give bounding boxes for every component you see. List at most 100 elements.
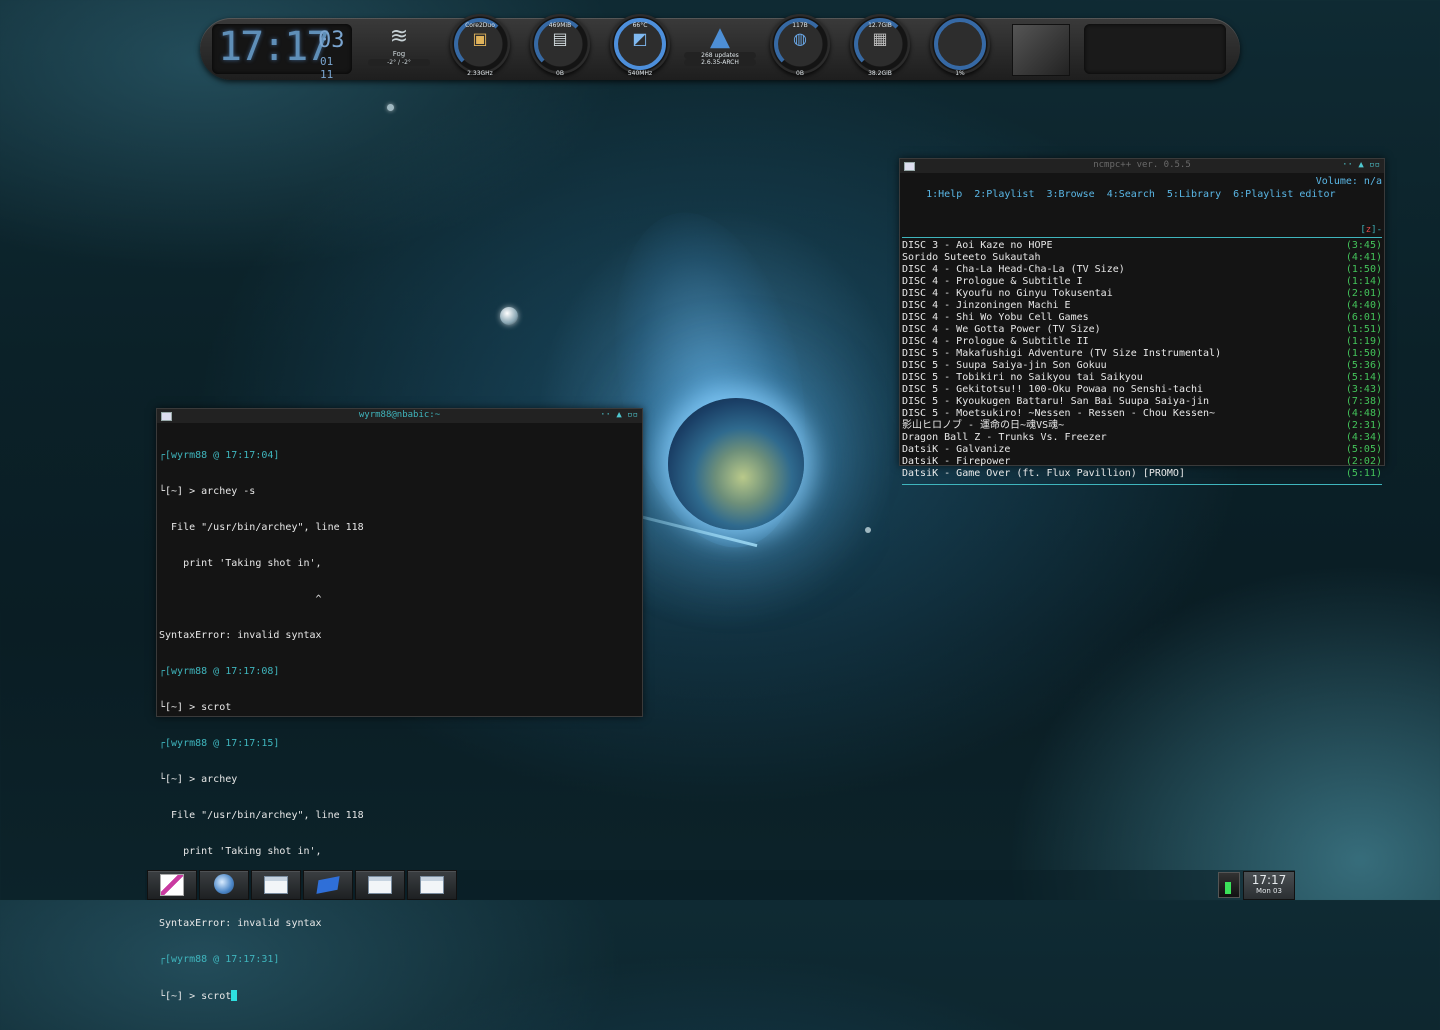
ncmpcpp-menu-items[interactable]: 1:Help 2:Playlist 3:Browse 4:Search 5:Li…	[926, 189, 1335, 200]
song-duration: (1:50)	[1345, 264, 1382, 275]
song-duration: (5:36)	[1345, 360, 1382, 371]
terminal-line: └[~] > archey	[159, 774, 238, 785]
song-duration: (1:19)	[1345, 336, 1382, 347]
task-blue-app[interactable]	[303, 870, 353, 900]
browser-icon	[214, 874, 234, 894]
song-title: DatsiK - Galvanize	[902, 444, 1011, 455]
volume-gauge[interactable]: 1%	[927, 10, 993, 90]
weather-temps: -2° / -2°	[368, 59, 430, 66]
terminal-prompt-line[interactable]: └[~] > scrot	[159, 990, 640, 1003]
song-duration: (1:51)	[1345, 324, 1382, 335]
playlist-row[interactable]: DatsiK - Galvanize (5:05)	[902, 444, 1382, 456]
song-duration: (5:05)	[1345, 444, 1382, 455]
playlist-row[interactable]: DISC 4 - Kyoufu no Ginyu Tokusentai (2:01…	[902, 288, 1382, 300]
gpu-gauge[interactable]: 66°C ◩ 540MHz	[607, 10, 673, 90]
song-title: DatsiK - Game Over (ft. Flux Pavillion) …	[902, 468, 1185, 479]
playlist-row[interactable]: Dragon Ball Z - Trunks Vs. Freezer (4:34)	[902, 432, 1382, 444]
playlist-row[interactable]: DISC 5 - Tobikiri no Saikyou tai Saikyou…	[902, 372, 1382, 384]
swap-used: 0B	[556, 70, 564, 77]
terminal-window[interactable]: wyrm88@nbabic:~ ·· ▲ ▫▫ ┌[wyrm88 @ 17:17…	[156, 408, 643, 1002]
playlist-row[interactable]: DISC 4 - Prologue & Subtitle II (1:19)	[902, 336, 1382, 348]
playlist-row[interactable]: DISC 4 - Shi Wo Yobu Cell Games (6:01)	[902, 312, 1382, 324]
song-title: DISC 4 - Shi Wo Yobu Cell Games	[902, 312, 1089, 323]
harddisk-icon: ▦	[872, 29, 888, 48]
tray-time: 17:17	[1251, 873, 1287, 887]
playlist-row[interactable]: DISC 4 - Jinzoningen Machi E (4:40)	[902, 300, 1382, 312]
playlist-row[interactable]: DISC 3 - Aoi Kaze no HOPE (3:45)	[902, 240, 1382, 252]
song-title: Dragon Ball Z - Trunks Vs. Freezer	[902, 432, 1107, 443]
terminal-line: File "/usr/bin/archey", line 118	[159, 522, 364, 533]
network-gauge[interactable]: 117B ◍ 0B	[767, 10, 833, 90]
volume-level: 1%	[955, 70, 965, 77]
wallpaper-small-moon	[865, 527, 871, 533]
playlist-row[interactable]: DISC 5 - Gekitotsu!! 100-Oku Powaa no Se…	[902, 384, 1382, 396]
playlist-row[interactable]: DISC 4 - Cha-La Head-Cha-La (TV Size) (1:…	[902, 264, 1382, 276]
clock-hours-minutes: 17:17	[218, 24, 330, 70]
task-window-3[interactable]	[407, 870, 457, 900]
song-title: DISC 4 - Prologue & Subtitle I	[902, 276, 1083, 287]
terminal-line: print 'Taking shot in',	[159, 846, 322, 857]
cpu-gauge[interactable]: Core2Duo ▣ 2.33GHz	[447, 10, 513, 90]
playlist-row[interactable]: 影山ヒロノブ - 運命の日~魂VS魂~ (2:31)	[902, 420, 1382, 432]
song-title: Sorido Suteeto Sukautah	[902, 252, 1041, 263]
terminal-line: └[~] > scrot	[159, 702, 232, 713]
song-title: DISC 5 - Suupa Saiya-jin Son Gokuu	[902, 360, 1107, 371]
song-title: DISC 4 - We Gotta Power (TV Size)	[902, 324, 1101, 335]
playlist-row[interactable]: DatsiK - Firepower (2:02)	[902, 456, 1382, 468]
task-window-1[interactable]	[251, 870, 301, 900]
song-duration: (3:45)	[1345, 240, 1382, 251]
task-image-viewer[interactable]	[147, 870, 197, 900]
playlist-row[interactable]: DISC 4 - Prologue & Subtitle I (1:14)	[902, 276, 1382, 288]
window-controls[interactable]: ·· ▲ ▫▫	[1342, 160, 1380, 170]
song-duration: (1:50)	[1345, 348, 1382, 359]
playlist-row[interactable]: DatsiK - Game Over (ft. Flux Pavillion) …	[902, 468, 1382, 480]
song-title: DISC 4 - Cha-La Head-Cha-La (TV Size)	[902, 264, 1125, 275]
song-duration: (2:01)	[1345, 288, 1382, 299]
playlist-row[interactable]: DISC 5 - Kyoukugen Battaru! San Bai Suup…	[902, 396, 1382, 408]
battery-icon[interactable]	[1218, 872, 1240, 898]
terminal-output[interactable]: ┌[wyrm88 @ 17:17:04] └[~] > archey -s Fi…	[157, 423, 642, 1030]
song-title: DISC 5 - Tobikiri no Saikyou tai Saikyou	[902, 372, 1143, 383]
ram-gauge[interactable]: 469MiB ▤ 0B	[527, 10, 593, 90]
playlist-row[interactable]: DISC 5 - Makafushigi Adventure (TV Size …	[902, 348, 1382, 360]
cpu-frequency: 2.33GHz	[467, 70, 493, 77]
playlist-row[interactable]: Sorido Suteeto Sukautah (4:41)	[902, 252, 1382, 264]
song-duration: (2:31)	[1345, 420, 1382, 431]
weather-condition: Fog	[392, 50, 406, 58]
window-icon	[420, 876, 444, 894]
weather-widget[interactable]: ≋ Fog -2° / -2°	[364, 24, 434, 74]
terminal-titlebar[interactable]: wyrm88@nbabic:~ ·· ▲ ▫▫	[157, 409, 642, 423]
task-window-2[interactable]	[355, 870, 405, 900]
task-browser[interactable]	[199, 870, 249, 900]
clock-seconds: 03	[318, 28, 345, 53]
terminal-line: ┌[wyrm88 @ 17:17:04]	[159, 450, 280, 461]
playlist-row[interactable]: DISC 4 - We Gotta Power (TV Size) (1:51)	[902, 324, 1382, 336]
song-title: DISC 3 - Aoi Kaze no HOPE	[902, 240, 1053, 251]
arch-logo-icon: ▲	[710, 22, 730, 52]
net-up: 0B	[796, 70, 804, 77]
ncmpcpp-playlist[interactable]: DISC 3 - Aoi Kaze no HOPE (3:45) Sorido Su…	[900, 238, 1384, 480]
kernel-version: 2.6.35-ARCH	[684, 59, 756, 66]
song-title: DISC 4 - Prologue & Subtitle II	[902, 336, 1089, 347]
song-title: DISC 4 - Kyoufu no Ginyu Tokusentai	[902, 288, 1113, 299]
terminal-line: ┌[wyrm88 @ 17:17:15]	[159, 738, 280, 749]
terminal-prompt: └[~] > scrot	[159, 991, 232, 1002]
terminal-line: ┌[wyrm88 @ 17:17:08]	[159, 666, 280, 677]
arch-updates-widget[interactable]: ▲ 268 updates 2.6.35-ARCH	[684, 22, 756, 74]
tray-clock[interactable]: 17:17 Mon 03	[1243, 871, 1295, 900]
ncmpcpp-window[interactable]: ncmpc++ ver. 0.5.5 ·· ▲ ▫▫ 1:Help 2:Play…	[899, 158, 1385, 485]
wallpaper-planet	[668, 398, 804, 530]
album-art-slot[interactable]	[1012, 24, 1070, 76]
ncmpcpp-statusbar	[902, 484, 1382, 503]
disk-gauge[interactable]: 12.7GiB ▦ 38.2GiB	[847, 10, 913, 90]
terminal-line: print 'Taking shot in',	[159, 558, 322, 569]
song-duration: (4:40)	[1345, 300, 1382, 311]
ncmpcpp-titlebar[interactable]: ncmpc++ ver. 0.5.5 ·· ▲ ▫▫	[900, 159, 1384, 173]
window-controls[interactable]: ·· ▲ ▫▫	[600, 410, 638, 420]
mode-flag: z	[1365, 225, 1372, 235]
ncmpcpp-menu[interactable]: 1:Help 2:Playlist 3:Browse 4:Search 5:Li…	[900, 173, 1384, 227]
globe-icon: ◍	[793, 29, 807, 48]
playlist-row[interactable]: DISC 5 - Suupa Saiya-jin Son Gokuu (5:36)	[902, 360, 1382, 372]
playlist-row[interactable]: DISC 5 - Moetsukiro! ~Nessen - Ressen - …	[902, 408, 1382, 420]
song-title: DISC 5 - Moetsukiro! ~Nessen - Ressen - …	[902, 408, 1216, 419]
